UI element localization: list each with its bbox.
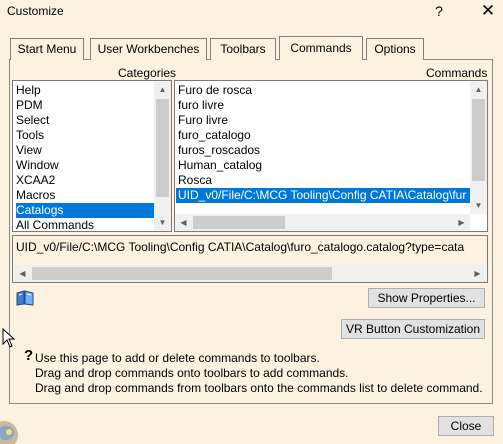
help-button[interactable]: ? [430,2,448,20]
scroll-left-arrow-icon[interactable]: ◀ [14,265,31,282]
scroll-up-arrow-icon[interactable]: ▲ [470,81,487,98]
list-item[interactable]: Window [16,158,59,173]
categories-list[interactable]: Help PDM Select Tools View Window XCAA2 … [12,80,172,232]
close-window-icon[interactable]: ✕ [478,1,498,21]
scrollbar-thumb[interactable] [156,99,169,197]
show-properties-button[interactable]: Show Properties... [368,288,485,308]
categories-vertical-scrollbar[interactable]: ▲ ▼ [154,81,171,231]
tab-toolbars[interactable]: Toolbars [210,38,276,60]
list-item-selected[interactable]: Catalogs [16,203,156,218]
list-item[interactable]: furos_roscados [178,143,260,158]
scroll-up-arrow-icon[interactable]: ▲ [154,81,171,98]
tab-commands[interactable]: Commands [279,36,363,60]
scrollbar-thumb[interactable] [472,99,485,181]
close-button[interactable]: Close [438,416,494,436]
commands-label: Commands [426,66,488,80]
command-path-field[interactable]: UID_v0/File/C:\MCG Tooling\Config CATIA\… [12,235,488,283]
commands-vertical-scrollbar[interactable]: ▲ ▼ [470,81,487,214]
list-item[interactable]: Tools [16,128,44,143]
list-item-selected[interactable]: UID_v0/File/C:\MCG Tooling\Config CATIA\… [176,188,470,203]
info-line-2: Drag and drop commands onto toolbars to … [35,366,349,380]
catalog-book-icon [16,290,34,306]
info-line-1: Use this page to add or delete commands … [35,351,320,365]
list-item[interactable]: Rosca [178,173,212,188]
list-item[interactable]: Human_catalog [178,158,262,173]
info-line-3: Drag and drop commands from toolbars ont… [35,381,483,395]
tab-user-workbenches[interactable]: User Workbenches [90,38,207,60]
tab-options[interactable]: Options [366,38,424,60]
command-path-text: UID_v0/File/C:\MCG Tooling\Config CATIA\… [16,240,465,254]
list-item[interactable]: All Commands [16,218,94,231]
scroll-down-arrow-icon[interactable]: ▼ [154,214,171,231]
scroll-left-arrow-icon[interactable]: ◀ [175,214,192,231]
list-item[interactable]: Select [16,113,49,128]
title-bar: Customize ? ✕ [0,0,503,24]
path-horizontal-scrollbar[interactable]: ◀ ▶ [14,265,486,282]
commands-list[interactable]: Furo de rosca furo livre Furo livre furo… [174,80,488,232]
tab-start-menu[interactable]: Start Menu [10,38,84,60]
list-item[interactable]: Furo livre [178,113,228,128]
list-item[interactable]: furo livre [178,98,224,113]
list-item[interactable]: View [16,143,42,158]
decorative-graphic [0,421,18,444]
commands-horizontal-scrollbar[interactable]: ◀ ▶ [175,214,470,231]
scroll-down-arrow-icon[interactable]: ▼ [470,197,487,214]
list-item[interactable]: Macros [16,188,55,203]
list-item[interactable]: PDM [16,98,43,113]
list-item[interactable]: Help [16,83,41,98]
window-title: Customize [7,4,64,18]
scroll-right-arrow-icon[interactable]: ▶ [469,265,486,282]
mouse-pointer-icon [2,328,16,348]
question-mark-icon: ? [24,347,34,364]
list-item[interactable]: Furo de rosca [178,83,252,98]
customize-dialog: Customize ? ✕ Start Menu User Workbenche… [0,0,503,444]
vr-button-customization-button[interactable]: VR Button Customization [341,319,485,339]
categories-label: Categories [118,66,177,80]
scrollbar-thumb[interactable] [193,216,285,229]
scroll-right-arrow-icon[interactable]: ▶ [453,214,470,231]
scrollbar-thumb[interactable] [32,267,332,280]
list-item[interactable]: furo_catalogo [178,128,251,143]
list-item[interactable]: XCAA2 [16,173,55,188]
